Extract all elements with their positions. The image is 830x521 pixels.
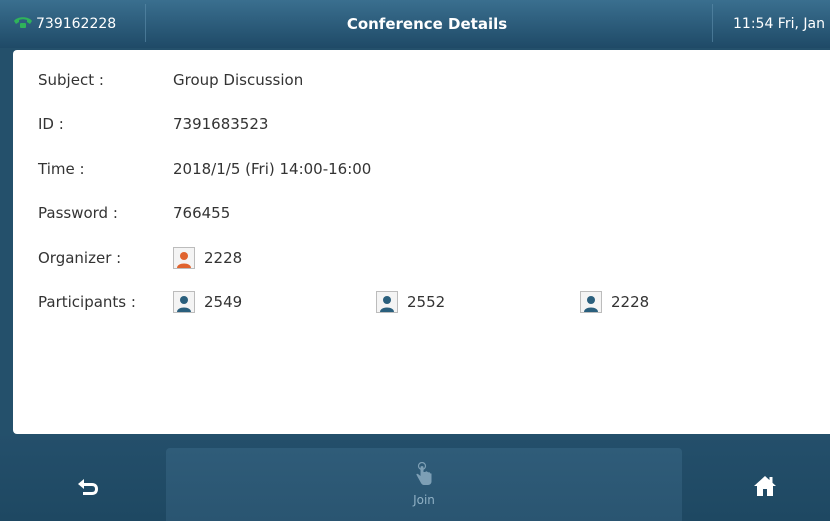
password-value: 766455 xyxy=(173,204,231,222)
organizer-number: 2228 xyxy=(204,249,243,267)
participant-avatar-icon xyxy=(580,291,602,313)
participant-number: 2552 xyxy=(407,293,446,311)
participants-label: Participants : xyxy=(38,293,136,311)
organizer-avatar-icon xyxy=(173,247,195,269)
organizer-label: Organizer : xyxy=(38,249,122,267)
subject-value: Group Discussion xyxy=(173,71,304,89)
status-divider-left xyxy=(145,4,146,42)
participant-item[interactable]: 2552 xyxy=(376,291,445,313)
account-number: 739162228 xyxy=(36,16,117,32)
time-label: Time : xyxy=(38,160,85,178)
participant-number: 2228 xyxy=(611,293,650,311)
subject-label: Subject : xyxy=(38,71,104,89)
home-button[interactable] xyxy=(750,473,780,503)
clock: 11:54 Fri, Jan 05 xyxy=(733,16,830,32)
join-button[interactable]: Join xyxy=(166,448,682,521)
status-divider-right xyxy=(712,4,713,42)
home-icon xyxy=(753,475,777,501)
join-label: Join xyxy=(413,493,435,507)
id-label: ID : xyxy=(38,115,64,133)
participant-number: 2549 xyxy=(204,293,243,311)
softkey-bar: Join xyxy=(0,436,830,521)
participant-avatar-icon xyxy=(376,291,398,313)
touch-hand-icon xyxy=(415,461,433,489)
status-bar: 739162228 Conference Details 11:54 Fri, … xyxy=(0,0,830,48)
password-label: Password : xyxy=(38,204,118,222)
phone-screen: 739162228 Conference Details 11:54 Fri, … xyxy=(0,0,830,521)
back-arrow-icon xyxy=(76,476,100,500)
participant-avatar-icon xyxy=(173,291,195,313)
account-indicator: 739162228 xyxy=(12,0,116,48)
participant-item[interactable]: 2228 xyxy=(580,291,649,313)
phone-handset-icon xyxy=(12,14,36,34)
participant-item[interactable]: 2549 xyxy=(173,291,242,313)
conference-details-panel: Subject : Group Discussion ID : 73916835… xyxy=(13,50,830,434)
participants-row: Participants : 2549 2552 2228 xyxy=(38,288,818,316)
id-value: 7391683523 xyxy=(173,115,269,133)
back-button[interactable] xyxy=(70,474,106,502)
organizer-entry[interactable]: 2228 xyxy=(173,247,242,269)
page-title: Conference Details xyxy=(346,15,508,33)
time-value: 2018/1/5 (Fri) 14:00-16:00 xyxy=(173,160,372,178)
